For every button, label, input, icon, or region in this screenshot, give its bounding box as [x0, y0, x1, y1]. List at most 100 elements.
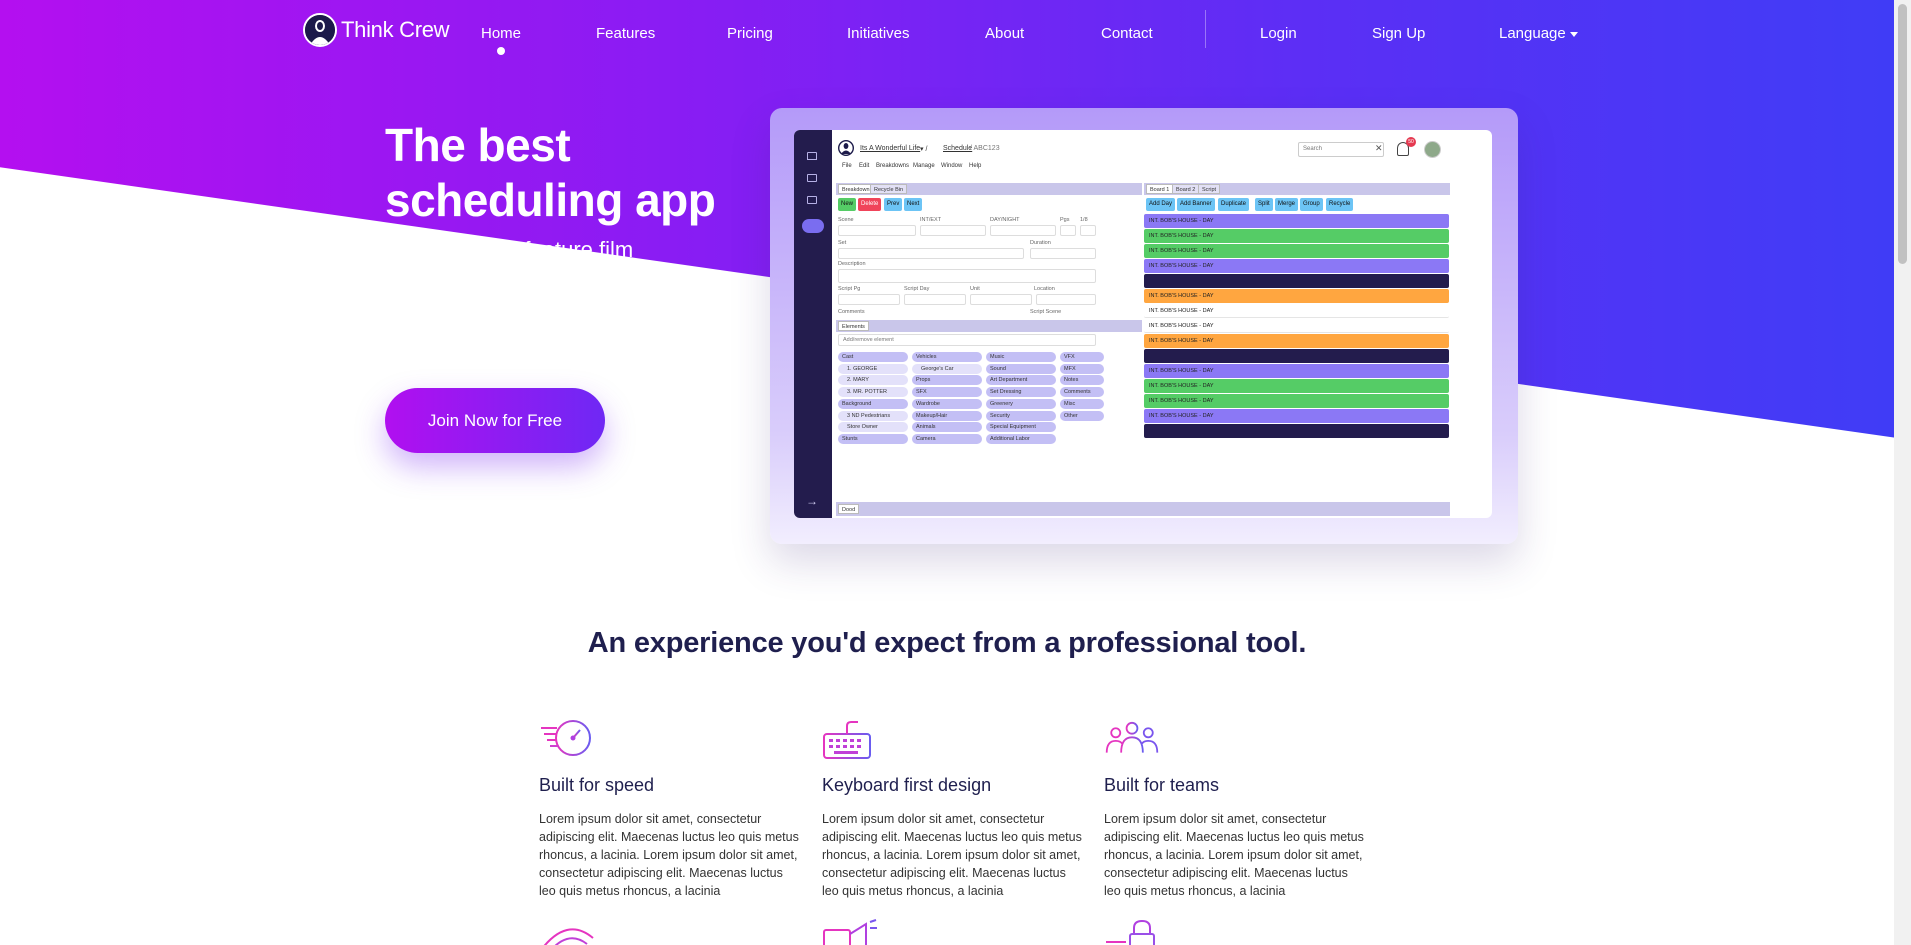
preview-element-item: Background	[838, 398, 908, 409]
preview-element-item: 3 ND Pedestrians	[838, 410, 908, 421]
keyboard-icon	[823, 721, 871, 759]
page-scrollbar[interactable]	[1894, 0, 1911, 945]
preview-input-scriptday	[904, 294, 966, 305]
preview-menu-help: Help	[969, 163, 982, 169]
preview-input-intext	[920, 225, 986, 236]
preview-input-daynight	[990, 225, 1056, 236]
preview-label-description: Description	[838, 261, 866, 267]
nav-contact[interactable]: Contact	[1101, 25, 1153, 42]
brand-logo[interactable]: Think Crew	[303, 13, 450, 47]
preview-element-item: Misc	[1060, 398, 1104, 409]
preview-element-item: Greenery	[986, 398, 1056, 409]
feature-keyboard-title: Keyboard first design	[822, 775, 992, 795]
preview-input-pgs	[1060, 225, 1076, 236]
preview-element-item: Comments	[1060, 387, 1104, 398]
language-label: Language	[1499, 25, 1566, 42]
preview-notification-badge: 50	[1406, 137, 1416, 147]
lock-icon	[1106, 919, 1155, 945]
preview-input-eighths	[1080, 225, 1096, 236]
preview-header: Its A Wonderful Life ▾ / Schedule / ABC1…	[832, 130, 1492, 172]
preview-label-eighths: 1/8	[1080, 217, 1088, 223]
megaphone-icon	[823, 919, 877, 945]
preview-input-unit	[970, 294, 1032, 305]
preview-label-scriptpg: Script Pg	[838, 286, 861, 292]
preview-strip: INT. BOB'S HOUSE - DAY	[1144, 364, 1449, 378]
preview-split-button: Split	[1255, 198, 1273, 211]
hero-subtitle: for series and feature film production	[385, 237, 634, 290]
preview-input-duration	[1030, 248, 1096, 259]
preview-tab-board1: Board 1	[1146, 184, 1174, 194]
preview-strip: INT. BOB'S HOUSE - DAY	[1144, 259, 1449, 273]
join-now-button[interactable]: Join Now for Free	[385, 388, 605, 453]
preview-element-item: Stunts	[838, 433, 908, 444]
nav-features[interactable]: Features	[596, 25, 655, 42]
preview-label-set: Set	[838, 240, 847, 246]
preview-element-item: Security	[986, 410, 1056, 421]
hero-title: The best scheduling app	[385, 119, 716, 226]
preview-search: Search	[1298, 142, 1384, 157]
preview-elements-tabbar	[836, 320, 1142, 332]
login-link[interactable]: Login	[1260, 25, 1297, 42]
preview-merge-button: Merge	[1275, 198, 1299, 211]
preview-logo-icon	[838, 140, 854, 156]
preview-menu-window: Window	[941, 163, 963, 169]
preview-element-item: Set Dressing	[986, 387, 1056, 398]
feature-teams-text: Lorem ipsum dolor sit amet, consectetur …	[1104, 812, 1364, 898]
nav-about[interactable]: About	[985, 25, 1024, 42]
preview-duplicate-button: Duplicate	[1218, 198, 1250, 211]
preview-element-item: Wardrobe	[912, 398, 982, 409]
preview-input-scene	[838, 225, 916, 236]
feature-teams: Built for teams Lorem ipsum dolor sit am…	[1104, 718, 1366, 898]
preview-tab-elements: Elements	[838, 321, 869, 331]
preview-element-item: SFX	[912, 387, 982, 398]
preview-addday-button: Add Day	[1146, 198, 1176, 211]
nav-divider	[1205, 10, 1206, 48]
preview-element-item: Store Owner	[838, 422, 908, 433]
preview-recycle-button: Recycle	[1326, 198, 1354, 211]
nav-pricing[interactable]: Pricing	[727, 25, 773, 42]
brand-name: Think Crew	[341, 17, 450, 42]
preview-element-item: Cast	[838, 352, 908, 362]
preview-element-item: Camera	[912, 433, 982, 444]
preview-label-pgs: Pgs	[1060, 217, 1070, 223]
preview-elements-input: Add/remove element	[838, 334, 1096, 346]
scrollbar-thumb[interactable]	[1898, 4, 1907, 264]
preview-label-comments: Comments	[838, 309, 865, 315]
preview-element-item: Music	[986, 352, 1056, 362]
app-preview-screenshot: → Its A Wonderful Life ▾ / Schedule / AB…	[794, 130, 1492, 518]
nav-home[interactable]: Home	[481, 25, 521, 55]
preview-tab-script: Script	[1198, 184, 1221, 194]
preview-tab-dood: Dood	[838, 504, 860, 514]
preview-label-unit: Unit	[970, 286, 980, 292]
preview-element-item: Animals	[912, 422, 982, 433]
preview-element-item: 1. GEORGE	[838, 363, 908, 374]
preview-element-item: 3. MR. POTTER	[838, 387, 908, 398]
preview-label-scriptscene: Script Scene	[1030, 309, 1062, 315]
feature-keyboard-text: Lorem ipsum dolor sit amet, consectetur …	[822, 812, 1082, 898]
feature-speed: Built for speed Lorem ipsum dolor sit am…	[539, 718, 801, 898]
signup-link[interactable]: Sign Up	[1372, 25, 1425, 42]
preview-element-item: Art Department	[986, 375, 1056, 386]
preview-strip: INT. BOB'S HOUSE - DAY	[1144, 334, 1449, 348]
preview-element-item: Special Equipment	[986, 422, 1056, 433]
feature-speed-text: Lorem ipsum dolor sit amet, consectetur …	[539, 812, 799, 898]
features-section-title: An experience you'd expect from a profes…	[587, 627, 1307, 659]
preview-label-location: Location	[1034, 286, 1055, 292]
preview-group-button: Group	[1300, 198, 1323, 211]
home-icon	[807, 152, 817, 160]
preview-element-item: Makeup/Hair	[912, 410, 982, 421]
preview-label-intext: INT/EXT	[920, 217, 942, 223]
book-icon	[807, 196, 817, 204]
preview-element-item: George's Car	[912, 363, 982, 374]
preview-prev-button: Prev	[884, 198, 903, 211]
preview-element-item: VFX	[1060, 352, 1104, 362]
preview-day-break	[1144, 349, 1449, 363]
preview-sidebar: →	[794, 130, 832, 518]
preview-element-item: Vehicles	[912, 352, 982, 362]
preview-project-caret-icon: ▾ /	[920, 146, 928, 153]
preview-element-item: Props	[912, 375, 982, 386]
language-dropdown[interactable]: Language	[1499, 25, 1578, 42]
nav-initiatives[interactable]: Initiatives	[847, 25, 910, 42]
preview-day-break	[1144, 424, 1449, 438]
preview-element-item: Sound	[986, 363, 1056, 374]
